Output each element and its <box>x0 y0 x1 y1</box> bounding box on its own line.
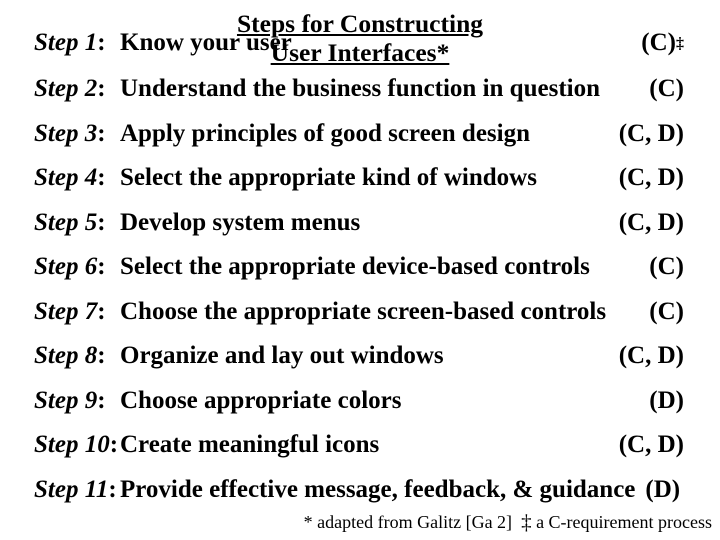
step-row: Step 8: Organize and lay out windows (C,… <box>34 343 710 368</box>
step-row: Step 5: Develop system menus (C, D) <box>34 210 710 235</box>
step-number: Step 5: <box>34 210 120 235</box>
step-row: Step 11: Provide effective message, feed… <box>34 477 710 502</box>
step-number: Step 4: <box>34 165 120 190</box>
step-text: Apply principles of good screen design <box>120 121 536 146</box>
step-tag: (D) <box>645 477 680 502</box>
step-tag: (C, D) <box>619 121 710 146</box>
step-row: Step 10: Create meaningful icons (C, D) <box>34 432 710 457</box>
step-tag: (C)‡ <box>641 30 710 55</box>
step-row: Step 7: Choose the appropriate screen-ba… <box>34 299 710 324</box>
step-number: Step 9: <box>34 388 120 413</box>
step-row: Step 2: Understand the business function… <box>34 76 710 101</box>
step-number: Step 2: <box>34 76 120 101</box>
step-number: Step 6: <box>34 254 120 279</box>
step-number: Step 7: <box>34 299 120 324</box>
step-tag: (D) <box>649 388 710 413</box>
step-row: Step 9: Choose appropriate colors (D) <box>34 388 710 413</box>
step-tag: (C) <box>649 254 710 279</box>
footnote-dagger: ‡ <box>521 510 532 534</box>
step-row: Step 4: Select the appropriate kind of w… <box>34 165 710 190</box>
step-row: Step 3: Apply principles of good screen … <box>34 121 710 146</box>
step-number: Step 3: <box>34 121 120 146</box>
step-tag: (C) <box>649 76 710 101</box>
step-number: Step 11: <box>34 477 120 502</box>
step-text: Choose the appropriate screen-based cont… <box>120 299 612 324</box>
step-text: Choose appropriate colors <box>120 388 407 413</box>
step-number: Step 1: <box>34 30 120 55</box>
step-tag: (C, D) <box>619 165 710 190</box>
step-text: Create meaningful icons <box>120 432 385 457</box>
step-row: Step 6: Select the appropriate device-ba… <box>34 254 710 279</box>
step-row: Step 1: Know your user (C)‡ <box>34 30 710 55</box>
step-text: Select the appropriate kind of windows <box>120 165 543 190</box>
step-text: Provide effective message, feedback, & g… <box>120 477 641 502</box>
step-tag: (C) <box>649 299 710 324</box>
footnote-dagger-text: a C-requirement process <box>532 512 712 532</box>
step-tag: (C, D) <box>619 210 710 235</box>
step-text: Select the appropriate device-based cont… <box>120 254 596 279</box>
footnote: * adapted from Galitz [Ga 2] ‡ a C-requi… <box>304 509 712 534</box>
step-text: Organize and lay out windows <box>120 343 450 368</box>
slide: Steps for Constructing User Interfaces* … <box>0 0 720 540</box>
step-number: Step 10: <box>34 432 120 457</box>
step-text: Develop system menus <box>120 210 366 235</box>
step-tag: (C, D) <box>619 343 710 368</box>
footnote-star: * adapted from Galitz [Ga 2] <box>304 512 512 532</box>
step-text: Understand the business function in ques… <box>120 76 606 101</box>
step-tag: (C, D) <box>619 432 710 457</box>
steps-list: Step 1: Know your user (C)‡ Step 2: Unde… <box>34 30 710 521</box>
step-number: Step 8: <box>34 343 120 368</box>
step-text: Know your user <box>120 30 298 55</box>
